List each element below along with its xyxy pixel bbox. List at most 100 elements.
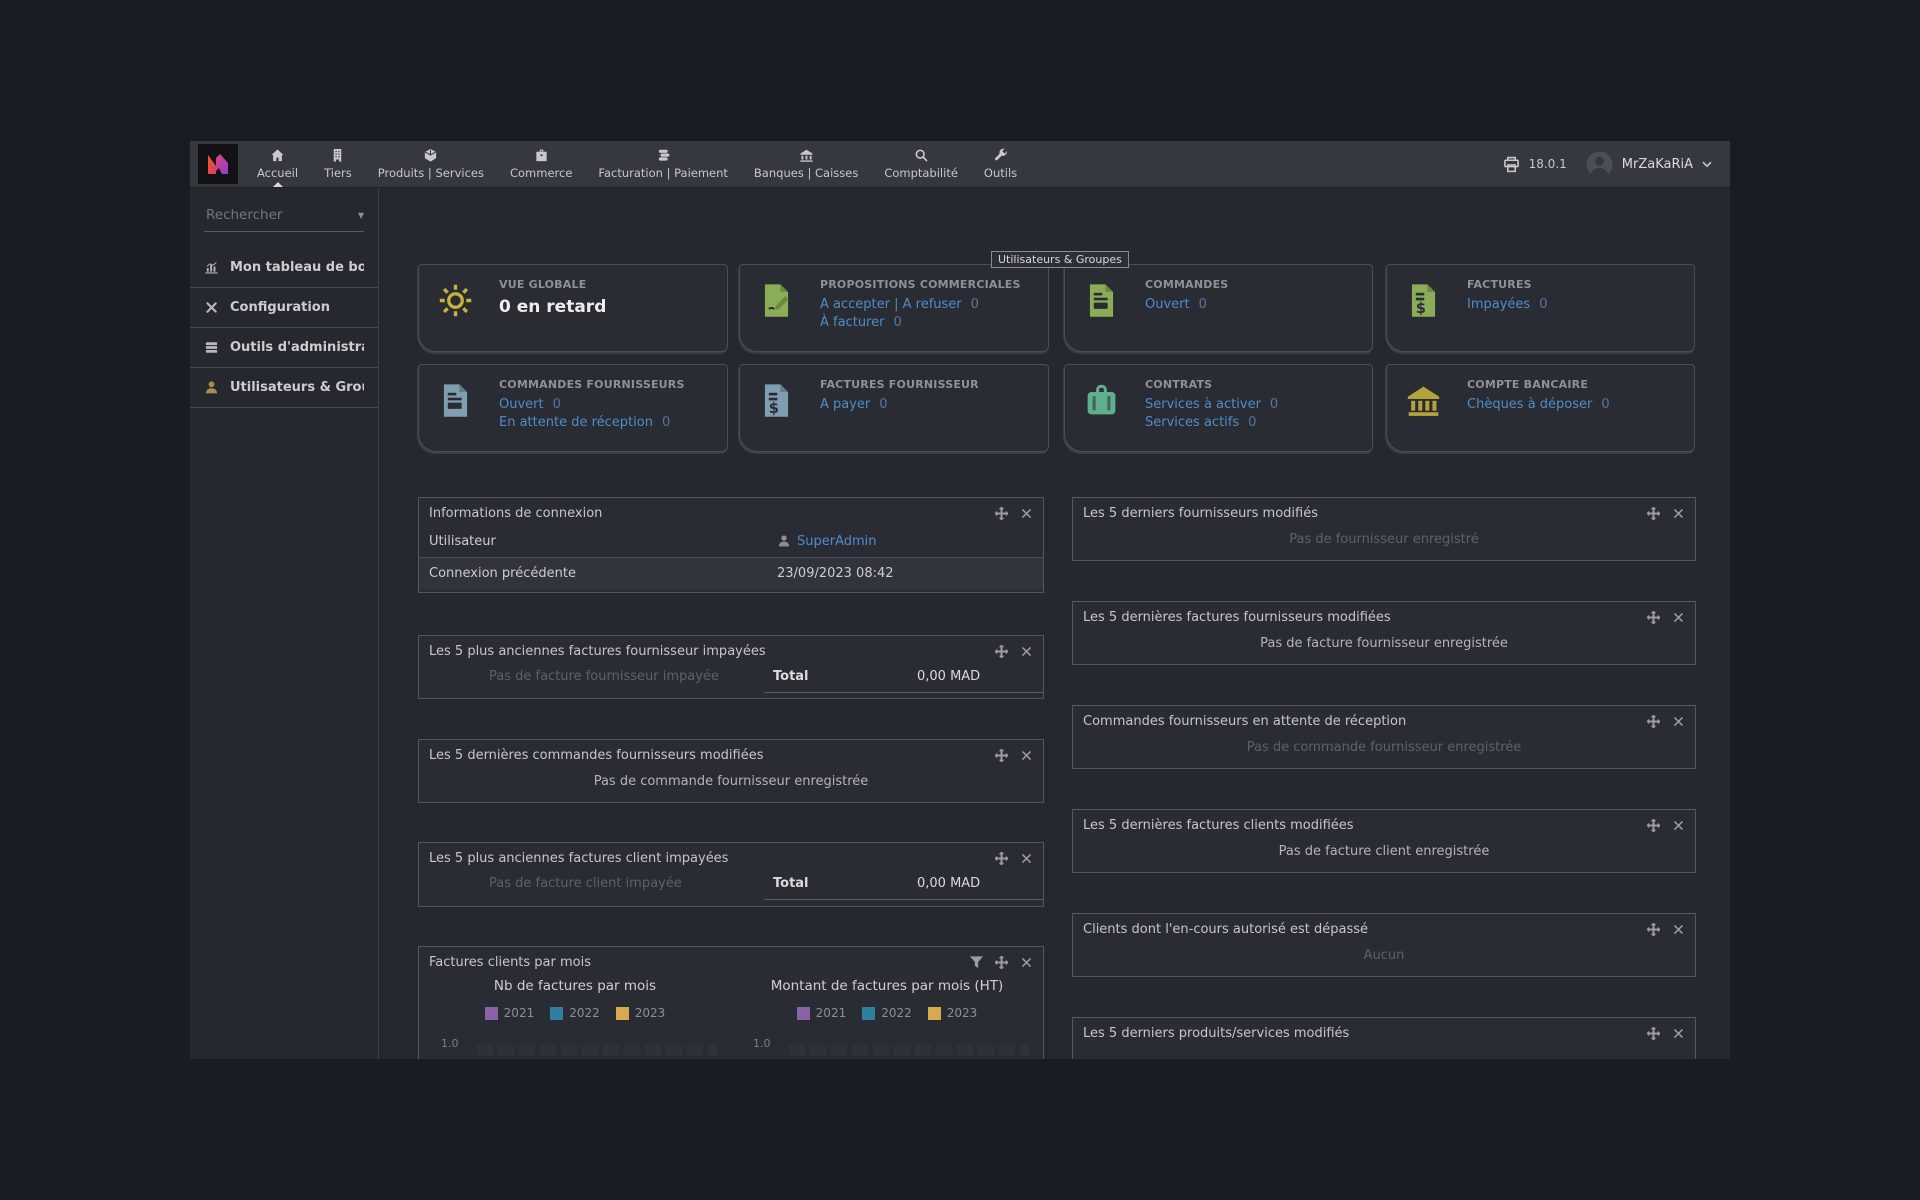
chart-panel-nb-factures: Nb de factures par mois 2021 2022 2023 1… (419, 974, 731, 1058)
kpi-title: FACTURES (1467, 278, 1682, 291)
nav-item-banques-caisses[interactable]: Banques | Caisses (741, 141, 871, 187)
close-icon[interactable] (1020, 507, 1033, 520)
navbar-spacer (1030, 141, 1502, 187)
sidebar-item-label: Utilisateurs & Group... (230, 380, 364, 395)
close-icon[interactable] (1672, 611, 1685, 624)
kpi-title: COMPTE BANCAIRE (1467, 378, 1682, 391)
supplier-invoice-icon: $ (758, 382, 795, 419)
move-icon[interactable] (1647, 611, 1660, 624)
widget-title: Les 5 derniers fournisseurs modifiés (1083, 506, 1647, 521)
info-value: 23/09/2023 08:42 (777, 566, 894, 581)
sidebar-search[interactable]: ▾ (204, 206, 364, 232)
nav-item-accueil[interactable]: Accueil (244, 141, 311, 187)
kpi-count: 0 (1539, 297, 1547, 312)
superadmin-link[interactable]: SuperAdmin (797, 534, 877, 549)
close-icon[interactable] (1020, 852, 1033, 865)
total-row: Pas de facture client impayée Total 0,00… (419, 870, 1043, 900)
proposal-icon (758, 282, 795, 319)
search-input[interactable] (204, 206, 338, 224)
nav-item-commerce[interactable]: Commerce (497, 141, 585, 187)
move-icon[interactable] (1647, 923, 1660, 936)
nav-item-tiers[interactable]: Tiers (311, 141, 365, 187)
close-icon[interactable] (1672, 507, 1685, 520)
legend-swatch-2023 (928, 1007, 941, 1020)
sidebar-item-configuration[interactable]: Configuration (190, 288, 378, 328)
move-icon[interactable] (1647, 819, 1660, 832)
nav-label: Produits | Services (378, 166, 484, 180)
kpi-link[interactable]: Chèques à déposer (1467, 397, 1592, 412)
kpi-link[interactable]: Ouvert (499, 397, 544, 412)
move-icon[interactable] (1647, 715, 1660, 728)
nav-item-facturation-paiement[interactable]: Facturation | Paiement (585, 141, 741, 187)
move-icon[interactable] (995, 749, 1008, 762)
kpi-link[interactable]: Impayées (1467, 297, 1530, 312)
move-icon[interactable] (995, 507, 1008, 520)
kpi-box-commandes-fournisseurs: COMMANDES FOURNISSEURS Ouvert0 En attent… (418, 364, 728, 452)
move-icon[interactable] (1647, 507, 1660, 520)
widget-title: Commandes fournisseurs en attente de réc… (1083, 714, 1647, 729)
close-icon[interactable] (1020, 645, 1033, 658)
username-label[interactable]: MrZaKaRiA (1622, 157, 1693, 172)
legend-swatch-2021 (485, 1007, 498, 1020)
legend-label: 2022 (881, 1006, 912, 1020)
tools-icon (204, 300, 219, 315)
kpi-link[interactable]: A payer (820, 397, 870, 412)
chevron-down-icon[interactable] (1702, 161, 1712, 168)
info-label: Connexion précédente (429, 566, 576, 581)
close-icon[interactable] (1672, 819, 1685, 832)
user-avatar[interactable] (1586, 151, 1613, 178)
kpi-link[interactable]: Services actifs (1145, 415, 1239, 430)
empty-note: Pas de facture fournisseur impayée (489, 669, 719, 684)
chart-body: Nb de factures par mois 2021 2022 2023 1… (419, 974, 1043, 1058)
nav-label: Outils (984, 166, 1017, 180)
kpi-title: COMMANDES FOURNISSEURS (499, 378, 715, 391)
move-icon[interactable] (995, 956, 1008, 969)
close-icon[interactable] (1020, 749, 1033, 762)
widget-factures-clients-par-mois: Factures clients par mois Nb de factures… (418, 946, 1044, 1059)
legend-swatch-2022 (550, 1007, 563, 1020)
kpi-title: FACTURES FOURNISSEUR (820, 378, 1036, 391)
sidebar-menu: Mon tableau de bord Configuration Outils… (190, 248, 378, 408)
kpi-link[interactable]: Services à activer (1145, 397, 1261, 412)
kpi-count: 0 (1248, 415, 1256, 430)
filter-icon[interactable] (970, 956, 983, 969)
y-axis-tick: 1.0 (753, 1037, 771, 1050)
printer-icon[interactable] (1503, 156, 1520, 173)
chart-title: Montant de factures par mois (HT) (731, 978, 1043, 994)
kpi-link[interactable]: Ouvert (1145, 297, 1190, 312)
nav-label: Accueil (257, 166, 298, 180)
kpi-link[interactable]: A accepter | A refuser (820, 297, 962, 312)
empty-note: Pas de facture client impayée (489, 876, 682, 891)
close-icon[interactable] (1672, 715, 1685, 728)
sidebar-item-admin-tools[interactable]: Outils d'administrati... (190, 328, 378, 368)
nav-item-comptabilite[interactable]: Comptabilité (871, 141, 971, 187)
widget-title: Les 5 dernières commandes fournisseurs m… (429, 748, 995, 763)
kpi-count: 0 (879, 397, 887, 412)
total-label: Total (773, 669, 809, 684)
move-icon[interactable] (995, 645, 1008, 658)
kpi-link[interactable]: En attente de réception (499, 415, 653, 430)
kpi-link[interactable]: À facturer (820, 315, 884, 330)
close-icon[interactable] (1672, 1027, 1685, 1040)
widget-title: Les 5 dernières factures clients modifié… (1083, 818, 1647, 833)
move-icon[interactable] (1647, 1027, 1660, 1040)
chart-panel-montant-factures: Montant de factures par mois (HT) 2021 2… (731, 974, 1043, 1058)
empty-note: Pas de commande fournisseur enregistrée (1073, 733, 1695, 755)
tooltip-utilisateurs-groupes: Utilisateurs & Groupes (991, 251, 1129, 268)
widget-derniers-fournisseurs-modifies: Les 5 derniers fournisseurs modifiés Pas… (1072, 497, 1696, 561)
sidebar-item-users-groups[interactable]: Utilisateurs & Group... (190, 368, 378, 408)
empty-note: Pas de fournisseur enregistré (1073, 525, 1695, 547)
search-dropdown-caret-icon[interactable]: ▾ (358, 208, 364, 222)
dolibarr-app-window: Accueil Tiers Produits | Services Commer… (190, 141, 1730, 1059)
sidebar-item-dashboard[interactable]: Mon tableau de bord (190, 248, 378, 288)
nav-item-produits-services[interactable]: Produits | Services (365, 141, 497, 187)
chart-legend: 2021 2022 2023 (419, 1006, 731, 1020)
app-logo[interactable] (198, 144, 238, 184)
nav-item-outils[interactable]: Outils (971, 141, 1030, 187)
close-icon[interactable] (1020, 956, 1033, 969)
close-icon[interactable] (1672, 923, 1685, 936)
building-icon (330, 148, 345, 163)
legend-swatch-2023 (616, 1007, 629, 1020)
chart-legend: 2021 2022 2023 (731, 1006, 1043, 1020)
move-icon[interactable] (995, 852, 1008, 865)
